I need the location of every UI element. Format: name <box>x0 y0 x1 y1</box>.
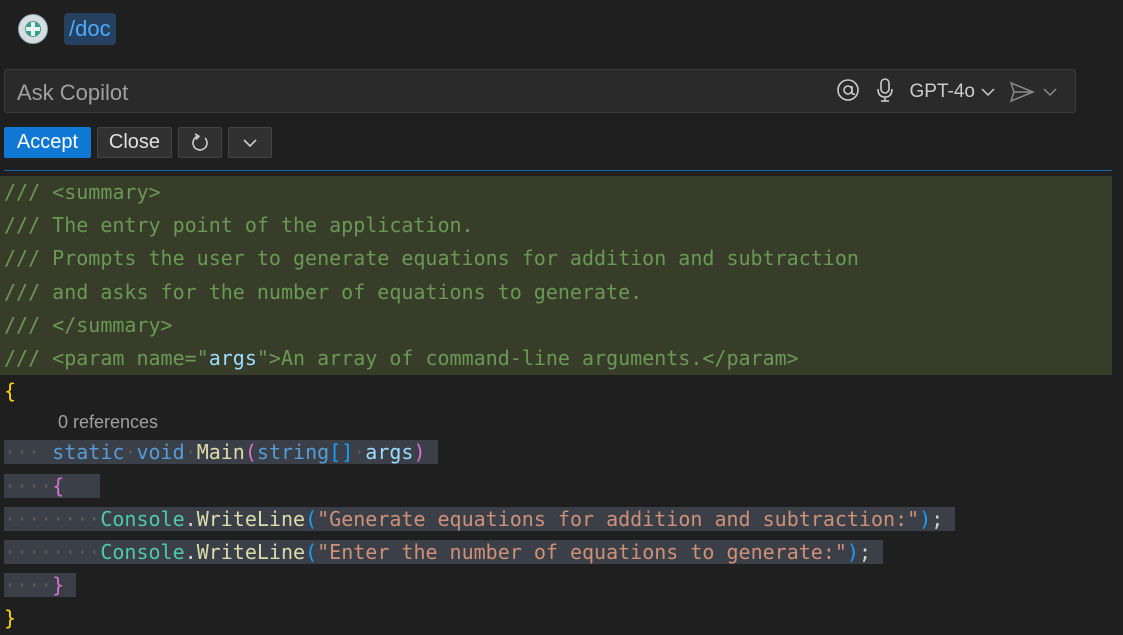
doc-comment-line: /// </summary> <box>0 308 1112 342</box>
accept-button[interactable]: Accept <box>4 127 91 158</box>
code-line-highlight: ··· static·void·Main(string[]·args) <box>4 440 438 465</box>
send-icon <box>1009 81 1035 103</box>
close-brace: } <box>4 606 17 631</box>
code-line: { <box>0 375 1123 408</box>
doc-comment-param-line: /// <param name="args">An array of comma… <box>0 341 1112 376</box>
chevron-down-icon <box>243 138 257 147</box>
code-editor[interactable]: /// <summary> /// The entry point of the… <box>0 176 1123 635</box>
param-prefix: /// <param name=" <box>4 345 209 370</box>
chevron-down-icon <box>1043 88 1057 97</box>
slash-command-doc[interactable]: /doc <box>64 13 116 45</box>
code-line: ········Console.WriteLine("Enter the num… <box>0 536 1123 569</box>
code-line: } <box>0 602 1123 635</box>
keyword-static: static <box>52 440 125 465</box>
copilot-avatar-icon <box>18 14 48 44</box>
ask-copilot-input[interactable]: Ask Copilot GPT-4o <box>4 69 1076 113</box>
rerun-button[interactable] <box>178 127 222 158</box>
mention-icon[interactable] <box>836 78 860 107</box>
close-button[interactable]: Close <box>97 127 172 158</box>
open-brace: { <box>4 379 17 404</box>
model-label: GPT-4o <box>909 81 975 102</box>
keyword-void: void <box>136 440 185 465</box>
console-class: Console <box>100 506 185 531</box>
string-literal: "Generate equations for addition and sub… <box>317 506 920 531</box>
doc-comment-line: /// and asks for the number of equations… <box>0 275 1112 309</box>
ask-copilot-placeholder: Ask Copilot <box>17 80 129 105</box>
param-suffix: ">An array of command-line arguments.</p… <box>256 345 799 370</box>
console-class: Console <box>100 539 185 564</box>
writeline-method: WriteLine <box>196 539 306 564</box>
code-line: ········Console.WriteLine("Generate equa… <box>0 503 1123 536</box>
param-type: string <box>256 440 330 465</box>
doc-comment-line: /// Prompts the user to generate equatio… <box>0 242 1112 276</box>
codelens-references[interactable]: 0 references <box>0 408 1123 436</box>
param-var: args <box>365 440 414 465</box>
doc-comment-line: /// The entry point of the application. <box>0 209 1112 243</box>
action-bar: Accept Close <box>4 127 272 158</box>
refresh-icon <box>192 132 208 151</box>
more-actions-button[interactable] <box>228 127 272 158</box>
code-line: ····{ <box>0 470 1123 503</box>
send-button[interactable] <box>1009 81 1057 103</box>
microphone-icon[interactable] <box>874 77 896 108</box>
string-literal: "Enter the number of equations to genera… <box>317 539 847 564</box>
model-picker[interactable]: GPT-4o <box>910 81 995 103</box>
code-line: ··· static·void·Main(string[]·args) <box>0 436 1123 469</box>
method-name: Main <box>196 440 245 465</box>
param-name: args <box>208 345 257 370</box>
chevron-down-icon <box>981 88 995 97</box>
chat-header: /doc <box>18 12 116 46</box>
ask-tools: GPT-4o <box>836 77 1057 108</box>
inline-chat-divider <box>4 170 1112 171</box>
code-line: ····} <box>0 569 1123 602</box>
doc-comment-line: /// <summary> <box>0 176 1112 210</box>
writeline-method: WriteLine <box>196 506 306 531</box>
